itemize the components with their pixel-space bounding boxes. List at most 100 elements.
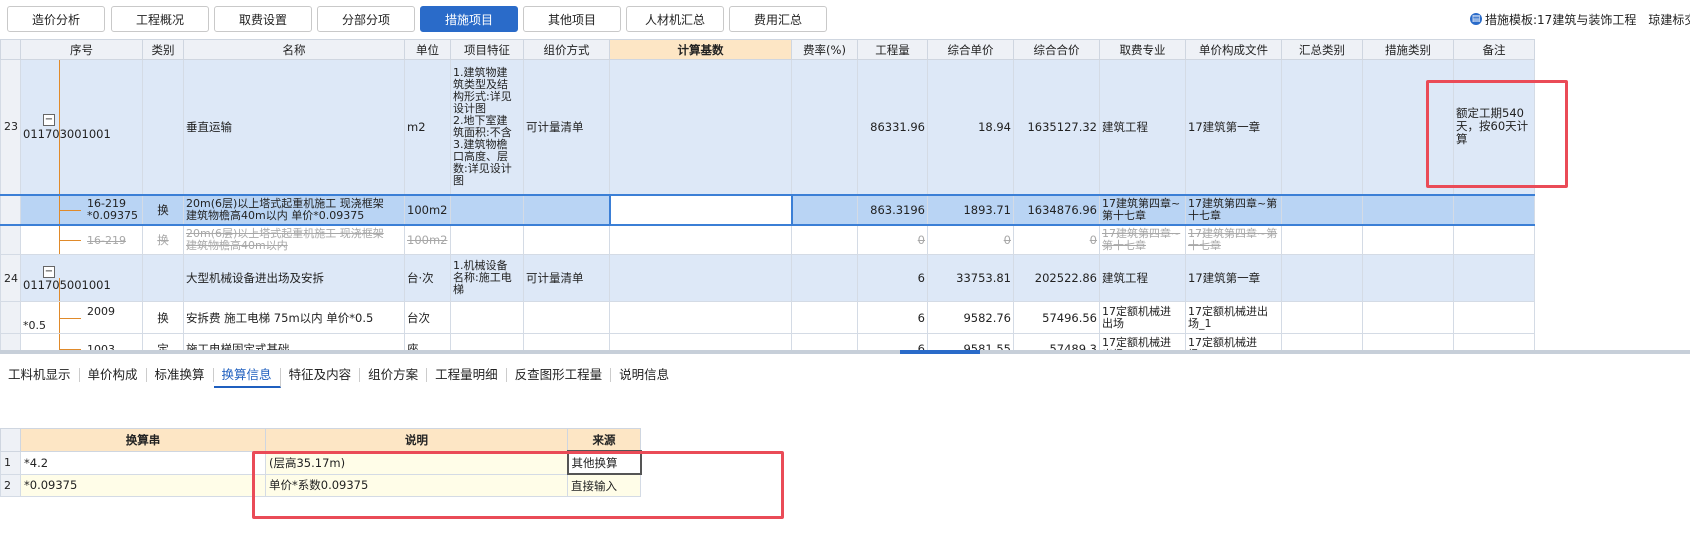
table-row[interactable]: 2 *0.09375 单价*系数0.09375 直接输入 [0,473,641,497]
header-total[interactable]: 综合合价 [1013,39,1100,60]
price-file-cell[interactable]: 17建筑第一章 [1185,254,1282,302]
unit-cell[interactable]: 100m2 [404,224,451,255]
summary-cat-cell[interactable] [1281,193,1363,226]
unit-price-cell[interactable]: 0 [927,224,1014,255]
subtab-features-content[interactable]: 特征及内容 [281,368,361,382]
header-summary-cat[interactable]: 汇总类别 [1281,39,1363,60]
total-cell[interactable]: 0 [1013,224,1100,255]
quantity-cell[interactable]: 6 [857,301,928,334]
quantity-cell[interactable]: 863.3196 [857,193,928,226]
total-cell[interactable]: 1635127.32 [1013,59,1100,195]
method-cell[interactable] [523,301,610,334]
header-quantity[interactable]: 工程量 [857,39,928,60]
method-cell[interactable] [523,333,610,350]
rate-cell[interactable] [791,193,858,226]
header-note[interactable]: 备注 [1453,39,1535,60]
measure-cat-cell[interactable] [1362,59,1454,195]
note-cell[interactable] [1453,254,1535,302]
price-file-cell[interactable]: 17建筑第四章~第 十七章 [1185,224,1282,255]
method-cell[interactable] [523,224,610,255]
header-measure-cat[interactable]: 措施类别 [1362,39,1454,60]
subtab-conversion-info[interactable]: 换算信息 [213,368,281,388]
header-rate[interactable]: 费率(%) [791,39,858,60]
measure-cat-cell[interactable] [1362,301,1454,334]
source-cell[interactable]: 其他换算 [566,450,642,475]
header-description[interactable]: 说明 [265,428,568,452]
rate-cell[interactable] [791,301,858,334]
calc-base-cell[interactable] [609,333,792,350]
price-file-cell[interactable]: 17建筑第四章~第 十七章 [1185,193,1282,226]
feature-cell[interactable]: 1.建筑物建 筑类型及结 构形式:详见 设计图 2.地下室建 筑面积:不含 3.… [450,59,524,195]
feature-cell[interactable] [450,224,524,255]
total-cell[interactable]: 57489.3 [1013,333,1100,350]
subtab-standard-conversion[interactable]: 标准换算 [147,368,214,382]
table-row-disabled[interactable]: 16-219 换 20m(6层)以上塔式起重机施工 现浇框架 建筑物檐高40m以… [0,224,1535,255]
source-cell[interactable]: 直接输入 [567,473,641,497]
measure-cat-cell[interactable] [1362,193,1454,226]
feature-cell[interactable] [450,333,524,350]
type-cell[interactable]: 换 [142,301,184,334]
code-cell[interactable]: 16-219 *0.09375 [20,193,143,226]
name-cell[interactable]: 20m(6层)以上塔式起重机施工 现浇框架 建筑物檐高40m以内 单价*0.09… [183,193,405,226]
name-cell[interactable]: 大型机械设备进出场及安拆 [183,254,405,302]
calc-base-cell[interactable] [609,224,792,255]
subtab-pricing-scheme[interactable]: 组价方案 [360,368,428,382]
feature-cell[interactable]: 1.机械设备 名称:施工电 梯 [450,254,524,302]
note-cell[interactable] [1453,193,1535,226]
subtab-quantity-detail[interactable]: 工程量明细 [427,368,507,382]
price-file-cell[interactable]: 17定额机械进出 场_1 [1185,301,1282,334]
quantity-cell[interactable]: 6 [857,254,928,302]
unit-cell[interactable]: 台次 [404,301,451,334]
code-cell[interactable]: 2009 *0.5 [20,301,143,334]
summary-cat-cell[interactable] [1281,224,1363,255]
unit-cell[interactable]: 台·次 [404,254,451,302]
description-cell[interactable]: 单价*系数0.09375 [265,473,568,497]
calc-base-cell[interactable] [609,59,792,195]
summary-cat-cell[interactable] [1281,59,1363,195]
rate-cell[interactable] [791,59,858,195]
header-calc-base[interactable]: 计算基数 [609,39,792,60]
tab-measure-items[interactable]: 措施项目 [420,6,518,32]
price-file-cell[interactable]: 17建筑第一章 [1185,59,1282,195]
header-type[interactable]: 类别 [142,39,184,60]
header-name[interactable]: 名称 [183,39,405,60]
unit-cell[interactable]: m2 [404,59,451,195]
table-row[interactable]: 2009 *0.5 换 安拆费 施工电梯 75m以内 单价*0.5 台次 6 9… [0,301,1535,334]
method-cell[interactable]: 可计量清单 [523,254,610,302]
unit-price-cell[interactable]: 9582.76 [927,301,1014,334]
type-cell[interactable]: 定 [142,333,184,350]
subtab-reverse-lookup[interactable]: 反查图形工程量 [507,368,612,382]
conversion-string-cell[interactable]: *4.2 [20,450,266,475]
header-unit[interactable]: 单位 [404,39,451,60]
subtab-price-composition[interactable]: 单价构成 [80,368,147,382]
name-cell[interactable]: 20m(6层)以上塔式起重机施工 现浇框架 建筑物檐高40m以内 [183,224,405,255]
table-row[interactable]: 24 −011705001001 大型机械设备进出场及安拆 台·次 1.机械设备… [0,254,1535,302]
rate-cell[interactable] [791,224,858,255]
note-cell[interactable]: 额定工期540 天，按60天计 算 [1453,59,1535,195]
collapse-icon[interactable]: − [43,114,55,127]
quantity-cell[interactable]: 0 [857,224,928,255]
code-cell[interactable]: −011705001001 [20,254,143,302]
conversion-string-cell[interactable]: *0.09375 [20,473,266,497]
calc-base-input[interactable] [608,193,793,226]
unit-price-cell[interactable]: 1893.71 [927,193,1014,226]
table-row[interactable]: 23 −011703001001 垂直运输 m2 1.建筑物建 筑类型及结 构形… [0,59,1535,195]
fee-major-cell[interactable]: 建筑工程 [1099,59,1186,195]
collapse-icon[interactable]: − [43,265,55,278]
tab-cost-summary[interactable]: 费用汇总 [729,6,827,32]
code-cell[interactable]: −011703001001 [20,59,143,195]
code-cell[interactable]: 1003 [20,333,143,350]
fee-major-cell[interactable]: 建筑工程 [1099,254,1186,302]
total-cell[interactable]: 57496.56 [1013,301,1100,334]
feature-cell[interactable] [450,193,524,226]
code-cell[interactable]: 16-219 [20,224,143,255]
unit-cell[interactable]: 100m2 [404,193,451,226]
header-method[interactable]: 组价方式 [523,39,610,60]
summary-cat-cell[interactable] [1281,333,1363,350]
subtab-description[interactable]: 说明信息 [611,368,677,382]
conversion-header-corner[interactable] [0,428,21,452]
rate-cell[interactable] [791,333,858,350]
rate-cell[interactable] [791,254,858,302]
unit-price-cell[interactable]: 18.94 [927,59,1014,195]
price-file-cell[interactable]: 17定额机械进 场_2 [1185,333,1282,350]
